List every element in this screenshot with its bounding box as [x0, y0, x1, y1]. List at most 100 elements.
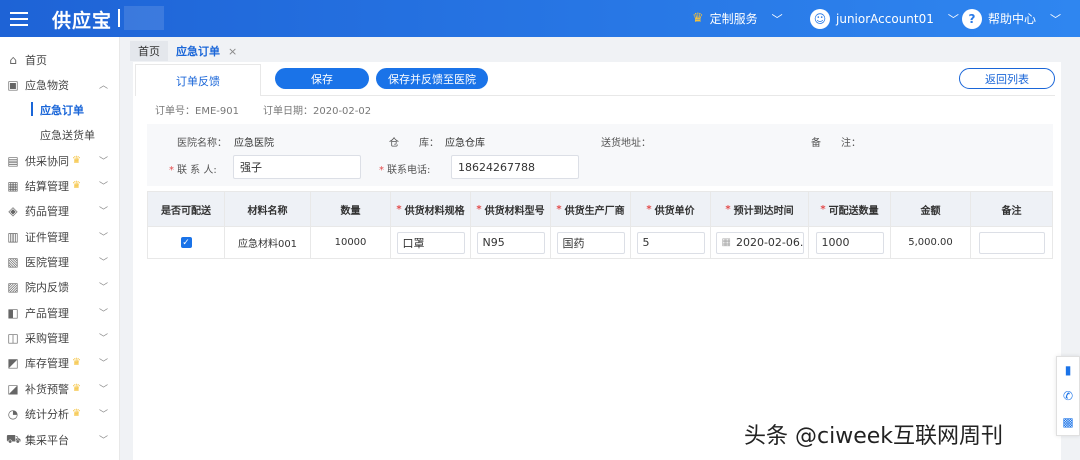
sidebar-item-label: 集采平台	[25, 433, 69, 447]
phone-label-text: 联系电话:	[387, 165, 431, 176]
chevron-down-icon: ﹀	[98, 410, 108, 420]
sidebar-item-drugs[interactable]: ◈ 药品管理 ﹀	[0, 198, 120, 223]
crown-icon: ♛	[72, 408, 81, 419]
phone-icon[interactable]: ✆	[1057, 383, 1079, 409]
warehouse-label: 仓 库：	[389, 138, 439, 149]
save-and-feedback-button[interactable]: 保存并反馈至医院	[376, 68, 488, 89]
sidebar-item-label: 库存管理	[25, 356, 69, 370]
tab-order-feedback[interactable]: 订单反馈	[135, 64, 261, 96]
qrcode-icon[interactable]: ▩	[1057, 409, 1079, 435]
sidebar-item-feedback[interactable]: ▨ 院内反馈 ﹀	[0, 274, 120, 299]
table-row: ✓ 应急材料001 10000 口罩 N95 国药 5 ▦ 2020-02-06…	[148, 226, 1052, 258]
logo: 供应宝	[52, 10, 113, 32]
sidebar-item-label: 补货预警	[25, 382, 69, 396]
main-panel: 订单反馈 保存 保存并反馈至医院 返回列表 订单号：EME-901 订单日期：2…	[133, 62, 1061, 460]
column-header: 金额	[891, 192, 971, 226]
chevron-down-icon: ﹀	[1050, 12, 1062, 26]
sidebar-item-group-purchase[interactable]: ⛟ 集采平台 ﹀	[0, 427, 120, 452]
logo-divider	[118, 9, 120, 27]
chevron-up-icon: ︿	[98, 81, 108, 91]
required-mark: *	[725, 203, 731, 215]
stats-icon: ◔	[7, 406, 19, 421]
spec-cell: 口罩	[391, 227, 471, 258]
sidebar-item-inventory[interactable]: ◩ 库存管理 ♛ ﹀	[0, 350, 120, 375]
inventory-icon: ◩	[7, 355, 19, 370]
help-icon: ?	[962, 8, 982, 29]
chart-icon[interactable]: ▮	[1057, 357, 1079, 383]
save-button[interactable]: 保存	[275, 68, 369, 89]
amount: 5,000.00	[891, 227, 971, 258]
model-input[interactable]: N95	[476, 231, 545, 254]
chevron-down-icon: ﹀	[98, 157, 108, 167]
sidebar-item-statistics[interactable]: ◔ 统计分析 ♛ ﹀	[0, 401, 120, 426]
calendar-icon: ▦	[721, 237, 731, 248]
page-tabs: 首页 应急订单 ×	[130, 41, 245, 61]
watermark: 头条 @ciweek互联网周刊	[744, 424, 1004, 449]
account-menu[interactable]: ☺ juniorAccount01 ﹀	[810, 0, 959, 37]
column-header-text: 供货材料规格	[404, 205, 465, 217]
certificate-icon: ▥	[7, 229, 19, 244]
sidebar-item-home[interactable]: ⌂ 首页	[0, 47, 120, 72]
sidebar-item-label: 供采协同	[25, 154, 69, 168]
sidebar-item-purchasing[interactable]: ◫ 采购管理 ﹀	[0, 325, 120, 350]
sidebar-item-certificates[interactable]: ▥ 证件管理 ﹀	[0, 224, 120, 249]
document-icon: ▤	[7, 153, 19, 168]
feedback-icon: ▨	[7, 279, 19, 294]
sidebar-item-label: 采购管理	[25, 331, 69, 345]
spec-input[interactable]: 口罩	[396, 231, 465, 254]
chevron-down-icon: ﹀	[98, 385, 108, 395]
home-icon: ⌂	[9, 52, 17, 67]
sidebar-item-products[interactable]: ◧ 产品管理 ﹀	[0, 300, 120, 325]
sidebar-item-restock-alert[interactable]: ◪ 补货预警 ♛ ﹀	[0, 376, 120, 401]
address-label: 送货地址：	[601, 138, 651, 149]
contact-input[interactable]: 强子	[233, 155, 361, 179]
eta-date-picker[interactable]: ▦ 2020-02-06..	[715, 231, 804, 254]
sidebar-item-label: 统计分析	[25, 407, 69, 421]
chevron-down-icon: ﹀	[98, 233, 108, 243]
tab-emergency-order[interactable]: 应急订单 ×	[168, 41, 245, 61]
column-header: * 供货材料型号	[471, 192, 551, 226]
column-header: * 供货材料规格	[391, 192, 471, 226]
sidebar-item-label: 应急订单	[40, 103, 84, 117]
back-to-list-button[interactable]: 返回列表	[959, 68, 1055, 89]
deliverable-checkbox[interactable]: ✓	[180, 237, 192, 248]
column-header: 材料名称	[225, 192, 311, 226]
price-cell: 5	[631, 227, 711, 258]
menu-icon[interactable]	[10, 8, 28, 28]
column-header: 数量	[311, 192, 391, 226]
remark-input[interactable]	[978, 231, 1045, 254]
sidebar-item-label: 应急物资	[25, 78, 69, 92]
hospital-value: 应急医院	[234, 138, 274, 149]
order-number: 订单号：EME-901	[155, 106, 239, 117]
column-header: 备注	[1001, 205, 1022, 217]
phone-label: * 联系电话:	[379, 161, 430, 176]
chevron-down-icon: ﹀	[98, 334, 108, 344]
sidebar-item-label: 应急送货单	[40, 128, 95, 142]
deliver-qty-input[interactable]: 1000	[815, 231, 884, 254]
custom-service-menu[interactable]: ♛ 定制服务 ﹀	[692, 0, 783, 37]
sidebar-item-supply-collab[interactable]: ▤ 供采协同 ♛ ﹀	[0, 148, 120, 173]
order-info-section: 医院名称： 应急医院 仓 库： 应急仓库 送货地址： 备 注： * 联 系 人: …	[147, 124, 1053, 186]
required-mark: *	[379, 165, 384, 176]
price-input[interactable]: 5	[636, 231, 705, 254]
tab-home[interactable]: 首页	[130, 41, 168, 61]
close-icon[interactable]: ×	[228, 45, 237, 58]
table-header: 是否可配送 材料名称 数量 * 供货材料规格 * 供货材料型号 * 供货生产厂商 * 供…	[148, 192, 1052, 226]
floating-toolbar: ▮ ✆ ▩	[1056, 356, 1080, 436]
sidebar-item-settlement[interactable]: ▦ 结算管理 ♛ ﹀	[0, 173, 120, 198]
sidebar-item-emergency-supplies[interactable]: ▣ 应急物资 ︿	[0, 72, 120, 97]
deliverable-cell: ✓	[148, 227, 225, 258]
sidebar: ⌂ 首页 ▣ 应急物资 ︿ 应急订单 应急送货单 ▤ 供采协同 ♛ ﹀ ▦ 结算…	[0, 37, 120, 460]
maker-input[interactable]: 国药	[556, 231, 625, 254]
divider	[261, 95, 1055, 96]
sidebar-item-label: 证件管理	[25, 230, 69, 244]
sidebar-item-emergency-order[interactable]: 应急订单	[0, 97, 120, 122]
column-header-text: 供货单价	[654, 205, 695, 217]
phone-input[interactable]: 18624267788	[451, 155, 579, 179]
model-cell: N95	[471, 227, 551, 258]
help-menu[interactable]: ? 帮助中心 ﹀	[962, 0, 1061, 37]
column-header: * 预计到达时间	[711, 192, 809, 226]
sidebar-item-hospitals[interactable]: ▧ 医院管理 ﹀	[0, 249, 120, 274]
sidebar-item-emergency-delivery[interactable]: 应急送货单	[0, 122, 120, 147]
column-header-text: 供货生产厂商	[564, 205, 625, 217]
